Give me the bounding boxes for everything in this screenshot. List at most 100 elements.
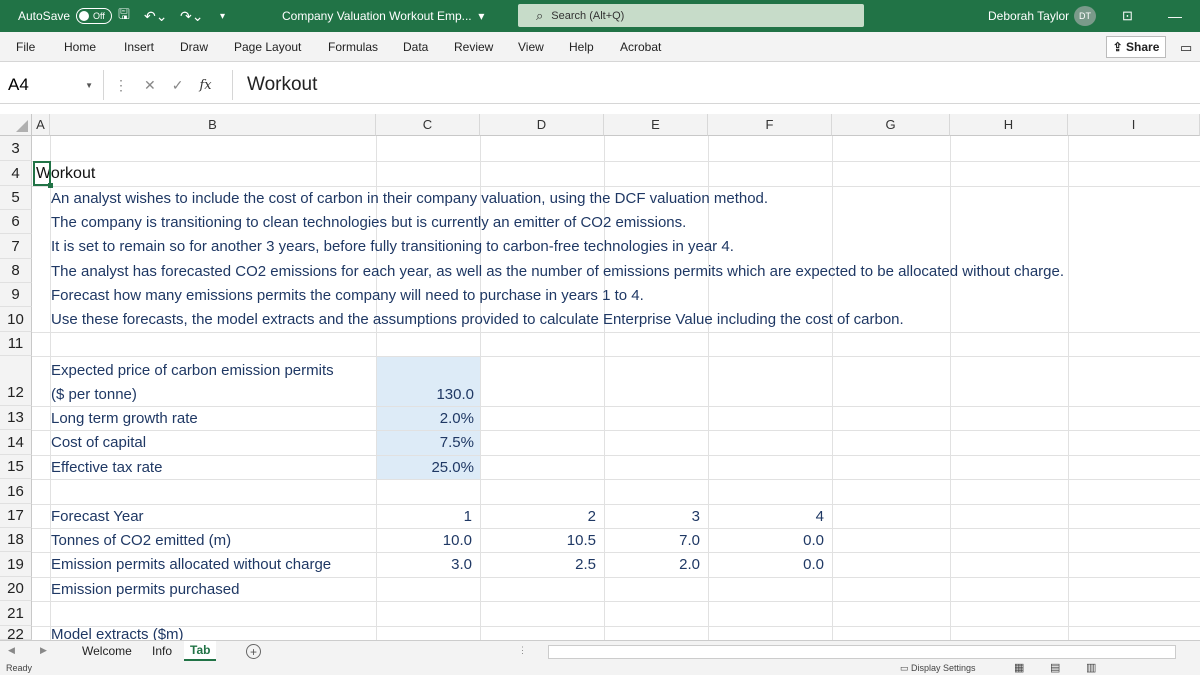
select-all-button[interactable]: [0, 114, 32, 136]
tab-formulas[interactable]: Formulas: [328, 40, 378, 54]
column-header-e[interactable]: E: [604, 114, 708, 136]
prev-sheet-icon[interactable]: ◀: [8, 645, 15, 656]
normal-view-icon[interactable]: ▦: [1014, 661, 1024, 674]
tab-view[interactable]: View: [518, 40, 544, 54]
page-break-icon[interactable]: ▥: [1086, 661, 1096, 674]
add-sheet-icon[interactable]: +: [246, 644, 261, 659]
minimize-icon[interactable]: —: [1168, 0, 1182, 32]
ribbon-display-icon[interactable]: ⊡: [1122, 0, 1133, 32]
row-header[interactable]: 4: [0, 161, 32, 186]
row-header[interactable]: 17: [0, 504, 32, 528]
page-layout-icon[interactable]: ▤: [1050, 661, 1060, 674]
formula-input[interactable]: Workout: [232, 70, 1200, 100]
next-sheet-icon[interactable]: ▶: [40, 645, 47, 656]
redo-icon[interactable]: ↷⌄: [180, 0, 203, 32]
description-line[interactable]: An analyst wishes to include the cost of…: [51, 186, 768, 210]
description-line[interactable]: Use these forecasts, the model extracts …: [51, 307, 904, 332]
assumption-label[interactable]: ($ per tonne): [51, 382, 137, 406]
row-header[interactable]: 14: [0, 430, 32, 455]
forecast-year[interactable]: 3: [604, 504, 700, 528]
description-line[interactable]: Forecast how many emissions permits the …: [51, 283, 644, 307]
cancel-icon[interactable]: ✕: [144, 77, 156, 94]
emitted-value[interactable]: 0.0: [708, 528, 824, 552]
save-icon[interactable]: 🖫: [118, 0, 130, 32]
allocated-label[interactable]: Emission permits allocated without charg…: [51, 552, 331, 577]
column-header-b[interactable]: B: [50, 114, 376, 136]
column-header-i[interactable]: I: [1068, 114, 1200, 136]
row-header[interactable]: 8: [0, 259, 32, 283]
sheet-tab-tab[interactable]: Tab: [184, 641, 217, 661]
row-header[interactable]: 7: [0, 234, 32, 259]
document-title[interactable]: Company Valuation Workout Emp... ▾: [282, 0, 484, 32]
tab-review[interactable]: Review: [454, 40, 493, 54]
tab-acrobat[interactable]: Acrobat: [620, 40, 661, 54]
column-header-d[interactable]: D: [480, 114, 604, 136]
cost-of-capital-value[interactable]: 7.5%: [376, 430, 474, 455]
share-button[interactable]: ⇪ Share: [1106, 36, 1166, 58]
row-header[interactable]: 20: [0, 577, 32, 601]
allocated-value[interactable]: 3.0: [376, 552, 472, 577]
emitted-value[interactable]: 10.0: [376, 528, 472, 552]
description-line[interactable]: The analyst has forecasted CO2 emissions…: [51, 259, 1064, 283]
tab-data[interactable]: Data: [403, 40, 428, 54]
chevron-down-icon[interactable]: ▼: [85, 81, 93, 90]
autosave-switch[interactable]: Off: [76, 8, 113, 24]
comments-icon[interactable]: ▭: [1180, 40, 1192, 56]
enter-icon[interactable]: ✓: [172, 77, 184, 94]
autosave-toggle[interactable]: AutoSave Off: [18, 0, 113, 32]
tab-home[interactable]: Home: [64, 40, 96, 54]
row-header[interactable]: 5: [0, 186, 32, 210]
tab-page-layout[interactable]: Page Layout: [234, 40, 301, 54]
customize-qat-icon[interactable]: ▾: [220, 0, 225, 32]
sheet-tab-welcome[interactable]: Welcome: [76, 641, 138, 661]
name-box[interactable]: A4 ▼: [0, 70, 104, 100]
row-header[interactable]: 9: [0, 283, 32, 307]
undo-icon[interactable]: ↶⌄: [144, 0, 167, 32]
forecast-year[interactable]: 2: [480, 504, 596, 528]
description-line[interactable]: The company is transitioning to clean te…: [51, 210, 686, 234]
row-header[interactable]: 3: [0, 136, 32, 161]
allocated-value[interactable]: 2.0: [604, 552, 700, 577]
insert-function-icon[interactable]: fx: [199, 78, 211, 93]
avatar[interactable]: DT: [1074, 6, 1096, 26]
purchased-label[interactable]: Emission permits purchased: [51, 577, 239, 601]
sheet-tab-info[interactable]: Info: [146, 641, 178, 661]
row-header[interactable]: 12: [0, 356, 32, 406]
allocated-value[interactable]: 0.0: [708, 552, 824, 577]
row-header[interactable]: 16: [0, 479, 32, 504]
emitted-value[interactable]: 10.5: [480, 528, 596, 552]
carbon-price-value[interactable]: 130.0: [376, 382, 474, 406]
forecast-year[interactable]: 4: [708, 504, 824, 528]
row-header[interactable]: 18: [0, 528, 32, 552]
emitted-value[interactable]: 7.0: [604, 528, 700, 552]
column-header-a[interactable]: A: [32, 114, 50, 136]
column-header-g[interactable]: G: [832, 114, 950, 136]
active-cell[interactable]: [33, 161, 53, 188]
row-header[interactable]: 6: [0, 210, 32, 234]
assumption-label[interactable]: Long term growth rate: [51, 406, 198, 430]
row-header[interactable]: 10: [0, 307, 32, 332]
row-header[interactable]: 13: [0, 406, 32, 430]
emitted-label[interactable]: Tonnes of CO2 emitted (m): [51, 528, 231, 552]
allocated-value[interactable]: 2.5: [480, 552, 596, 577]
user-name[interactable]: Deborah Taylor: [988, 0, 1069, 32]
row-header[interactable]: 19: [0, 552, 32, 577]
growth-rate-value[interactable]: 2.0%: [376, 406, 474, 430]
tab-insert[interactable]: Insert: [124, 40, 154, 54]
column-header-c[interactable]: C: [376, 114, 480, 136]
row-header[interactable]: 11: [0, 332, 32, 356]
tab-file[interactable]: File: [16, 40, 35, 54]
horizontal-scrollbar[interactable]: [548, 645, 1176, 659]
assumption-label[interactable]: Effective tax rate: [51, 455, 162, 479]
row-header[interactable]: 15: [0, 455, 32, 479]
description-line[interactable]: It is set to remain so for another 3 yea…: [51, 234, 734, 259]
column-header-f[interactable]: F: [708, 114, 832, 136]
display-settings-button[interactable]: ▭ Display Settings: [900, 663, 976, 674]
assumption-label[interactable]: Expected price of carbon emission permit…: [51, 358, 334, 383]
tab-help[interactable]: Help: [569, 40, 594, 54]
search-input[interactable]: ⌕ Search (Alt+Q): [518, 4, 864, 27]
tax-rate-value[interactable]: 25.0%: [376, 455, 474, 479]
row-header[interactable]: 22: [0, 626, 32, 640]
tab-draw[interactable]: Draw: [180, 40, 208, 54]
column-header-h[interactable]: H: [950, 114, 1068, 136]
